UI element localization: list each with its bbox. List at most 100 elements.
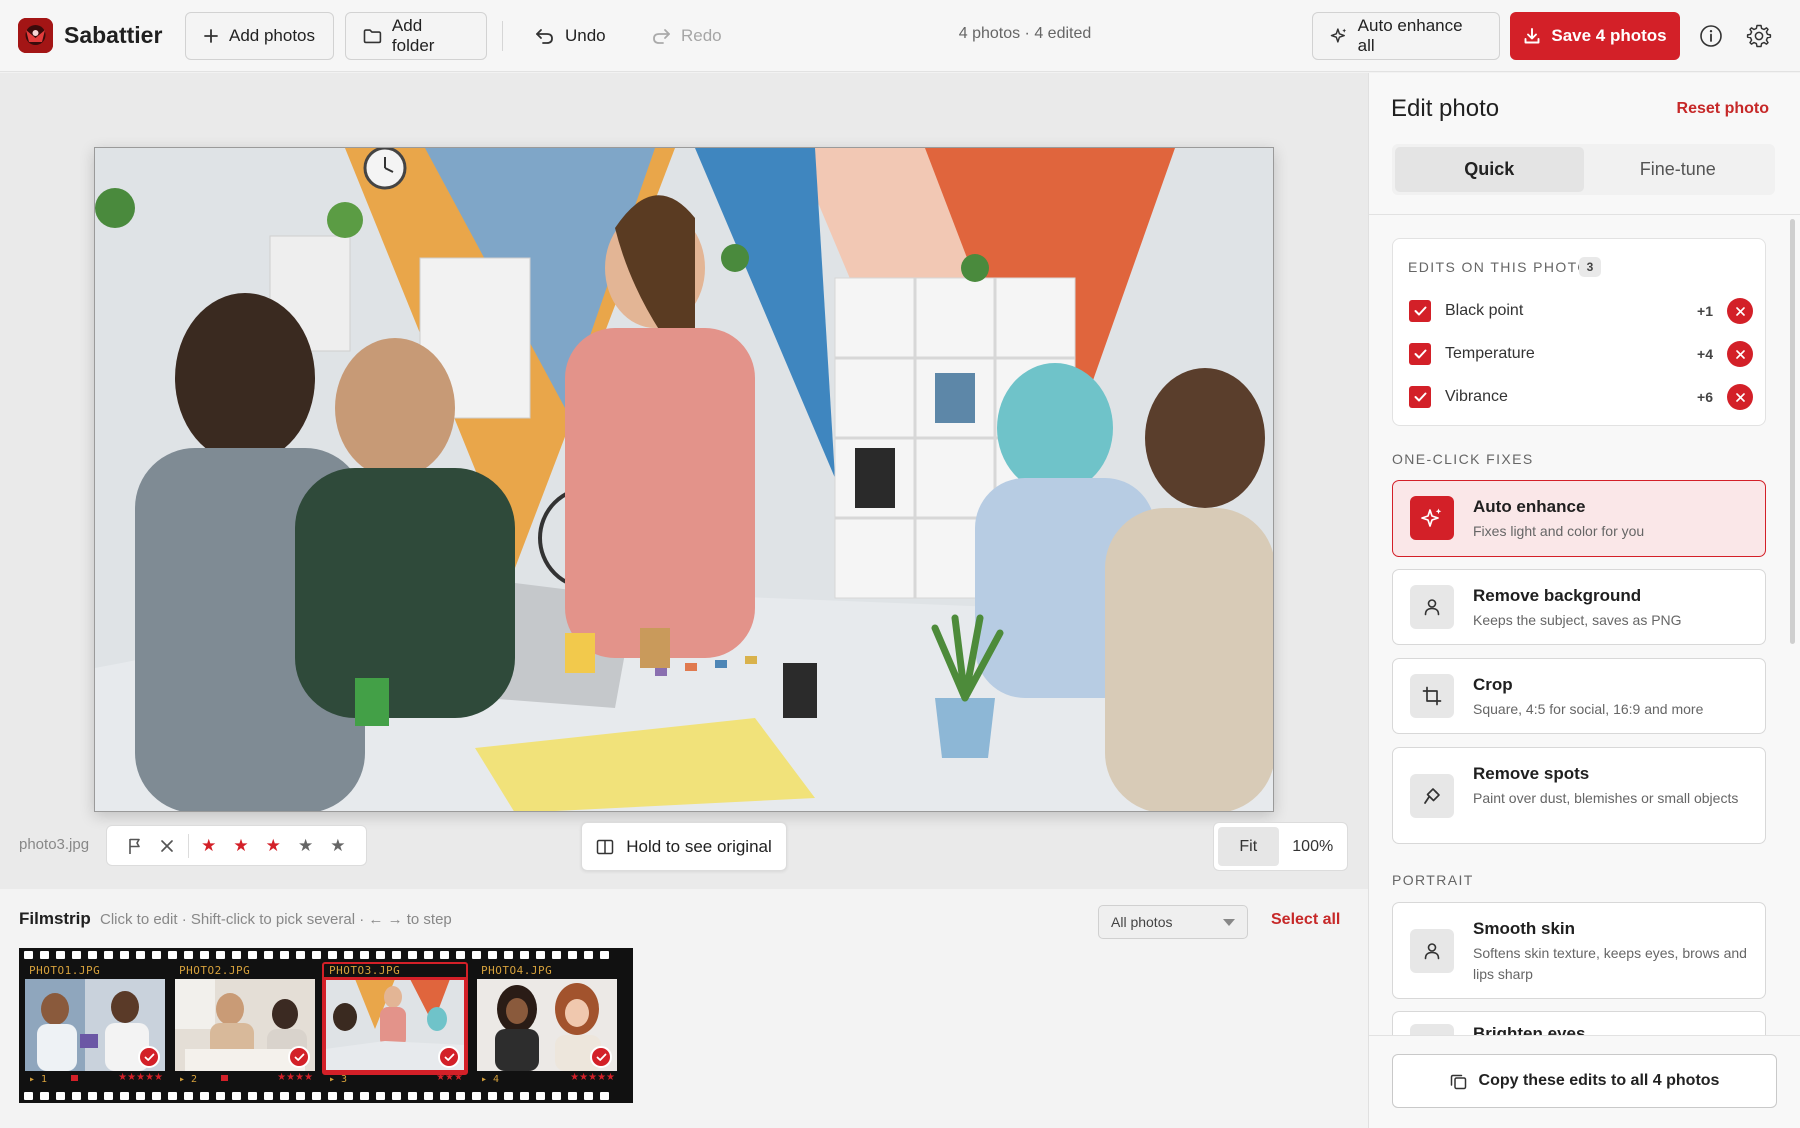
person-icon	[1410, 585, 1454, 629]
fix-description: Square, 4:5 for social, 16:9 and more	[1473, 701, 1704, 717]
crop-card[interactable]: Crop Square, 4:5 for social, 16:9 and mo…	[1392, 658, 1766, 734]
smooth-skin-card[interactable]: Smooth skin Softens skin texture, keeps …	[1392, 902, 1766, 999]
filter-value: All photos	[1111, 914, 1173, 930]
fix-title: Smooth skin	[1473, 919, 1576, 938]
person-icon	[1410, 929, 1454, 973]
filmstrip-frame-4[interactable]: PHOTO4.JPG ▸ 4 ★★★★★	[471, 962, 621, 1089]
filmstrip-frame-1[interactable]: PHOTO1.JPG ▸ 1 ★★★★★	[19, 962, 169, 1089]
fix-description: Paint over dust, blemishes or small obje…	[1473, 790, 1739, 806]
frame-label: PHOTO1.JPG	[29, 964, 101, 977]
remove-background-card[interactable]: Remove background Keeps the subject, sav…	[1392, 569, 1766, 645]
edits-count-badge: 3	[1579, 257, 1601, 277]
close-icon	[1735, 392, 1745, 402]
photo-status: 4 photos · 4 edited	[958, 25, 1092, 42]
rating-toolbar: ★ ★ ★ ★ ★	[106, 825, 367, 866]
edit-label: Vibrance	[1445, 388, 1508, 405]
hold-original-label: Hold to see original	[626, 836, 772, 856]
filmstrip-title: Filmstrip	[19, 909, 91, 928]
edits-on-photo-card: EDITS ON THIS PHOTO 3 Black point +1 Tem…	[1392, 238, 1766, 426]
select-all-link[interactable]: Select all	[1271, 911, 1340, 929]
add-folder-button[interactable]: Add folder	[345, 12, 487, 60]
undo-button[interactable]: Undo	[535, 12, 606, 60]
edit-panel: Edit photo Reset photo Quick Fine-tune E…	[1368, 73, 1800, 1128]
sparkle-icon	[1330, 28, 1347, 43]
auto-enhance-card[interactable]: Auto enhance Fixes light and color for y…	[1392, 480, 1766, 557]
info-button[interactable]	[1697, 22, 1725, 50]
frame-number: ▸ 2	[179, 1074, 198, 1085]
frame-label: PHOTO3.JPG	[329, 964, 401, 977]
save-photos-label: Save 4 photos	[1551, 26, 1667, 45]
redo-icon	[653, 29, 670, 44]
redo-label: Redo	[681, 26, 722, 45]
edits-section-label: EDITS ON THIS PHOTO	[1408, 259, 1590, 275]
reject-button[interactable]	[151, 829, 183, 863]
zoom-100-option[interactable]: 100%	[1283, 827, 1344, 866]
undo-label: Undo	[565, 26, 606, 45]
fix-title: Remove spots	[1473, 764, 1590, 783]
remove-edit-button[interactable]	[1727, 384, 1753, 410]
star-icon: ★	[265, 835, 281, 855]
star-5[interactable]: ★	[322, 829, 354, 863]
star-2[interactable]: ★	[225, 829, 257, 863]
star-icon: ★	[233, 835, 249, 855]
fix-title: Auto enhance	[1473, 497, 1586, 516]
edited-check-icon	[288, 1046, 310, 1068]
star-3[interactable]: ★	[257, 829, 289, 863]
copy-edits-button[interactable]: Copy these edits to all 4 photos	[1392, 1054, 1777, 1108]
sparkle-icon	[1410, 496, 1454, 540]
frame-marker	[71, 1075, 78, 1081]
zoom-fit-option[interactable]: Fit	[1218, 827, 1279, 866]
remove-edit-button[interactable]	[1727, 341, 1753, 367]
edit-checkbox[interactable]	[1409, 343, 1431, 365]
brush-icon	[1410, 774, 1454, 818]
copy-edits-label: Copy these edits to all 4 photos	[1478, 1072, 1720, 1089]
edit-row-temperature: Temperature +4	[1409, 339, 1753, 369]
edit-mode-tabs: Quick Fine-tune	[1392, 144, 1775, 195]
tab-quick[interactable]: Quick	[1395, 147, 1584, 192]
auto-enhance-all-label: Auto enhance all	[1357, 16, 1463, 55]
filmstrip-frame-3[interactable]: PHOTO3.JPG ▸ 3 ★★★	[319, 962, 469, 1089]
hold-to-see-original-button[interactable]: Hold to see original	[581, 822, 787, 871]
frame-marker	[221, 1075, 228, 1081]
app-logo-icon	[18, 18, 53, 53]
current-file-name: photo3.jpg	[19, 836, 90, 853]
star-4[interactable]: ★	[289, 829, 321, 863]
info-icon	[1700, 25, 1722, 47]
edited-check-icon	[590, 1046, 612, 1068]
remove-spots-card[interactable]: Remove spots Paint over dust, blemishes …	[1392, 747, 1766, 844]
add-photos-button[interactable]: Add photos	[185, 12, 334, 60]
filmstrip-area: Filmstrip Click to edit · Shift-click to…	[0, 889, 1368, 1128]
main-photo[interactable]	[94, 147, 1274, 812]
fix-description: Fixes light and color for you	[1473, 523, 1645, 539]
undo-icon	[536, 29, 553, 44]
settings-button[interactable]	[1745, 22, 1773, 50]
star-1[interactable]: ★	[193, 829, 225, 863]
auto-enhance-all-button[interactable]: Auto enhance all	[1312, 12, 1500, 60]
edit-label: Temperature	[1445, 345, 1535, 362]
edit-row-vibrance: Vibrance +6	[1409, 382, 1753, 412]
edit-checkbox[interactable]	[1409, 386, 1431, 408]
filmstrip-filter-select[interactable]: All photos	[1098, 905, 1248, 939]
app-name: Sabattier	[64, 22, 163, 48]
redo-button[interactable]: Redo	[651, 12, 722, 60]
reset-photo-link[interactable]: Reset photo	[1677, 100, 1769, 118]
film-perforations-bottom	[19, 1089, 633, 1103]
panel-scrollbar[interactable]	[1790, 219, 1795, 644]
film-perforations-top	[19, 948, 633, 962]
panel-title: Edit photo	[1391, 95, 1500, 122]
edit-row-black-point: Black point +1	[1409, 296, 1753, 326]
remove-edit-button[interactable]	[1727, 298, 1753, 324]
frame-label: PHOTO2.JPG	[179, 964, 251, 977]
portrait-label: PORTRAIT	[1392, 872, 1474, 888]
fix-description: Keeps the subject, saves as PNG	[1473, 612, 1682, 628]
save-photos-button[interactable]: Save 4 photos	[1510, 12, 1680, 60]
star-icon: ★	[330, 835, 346, 855]
frame-stars: ★★★★★	[118, 1072, 163, 1083]
filmstrip-frame-2[interactable]: PHOTO2.JPG ▸ 2 ★★★★	[169, 962, 319, 1089]
flag-button[interactable]	[119, 829, 151, 863]
rating-divider	[187, 833, 189, 858]
tab-fine-tune[interactable]: Fine-tune	[1584, 147, 1773, 192]
edit-checkbox[interactable]	[1409, 300, 1431, 322]
frame-stars: ★★★★	[277, 1072, 313, 1083]
star-icon: ★	[201, 835, 217, 855]
